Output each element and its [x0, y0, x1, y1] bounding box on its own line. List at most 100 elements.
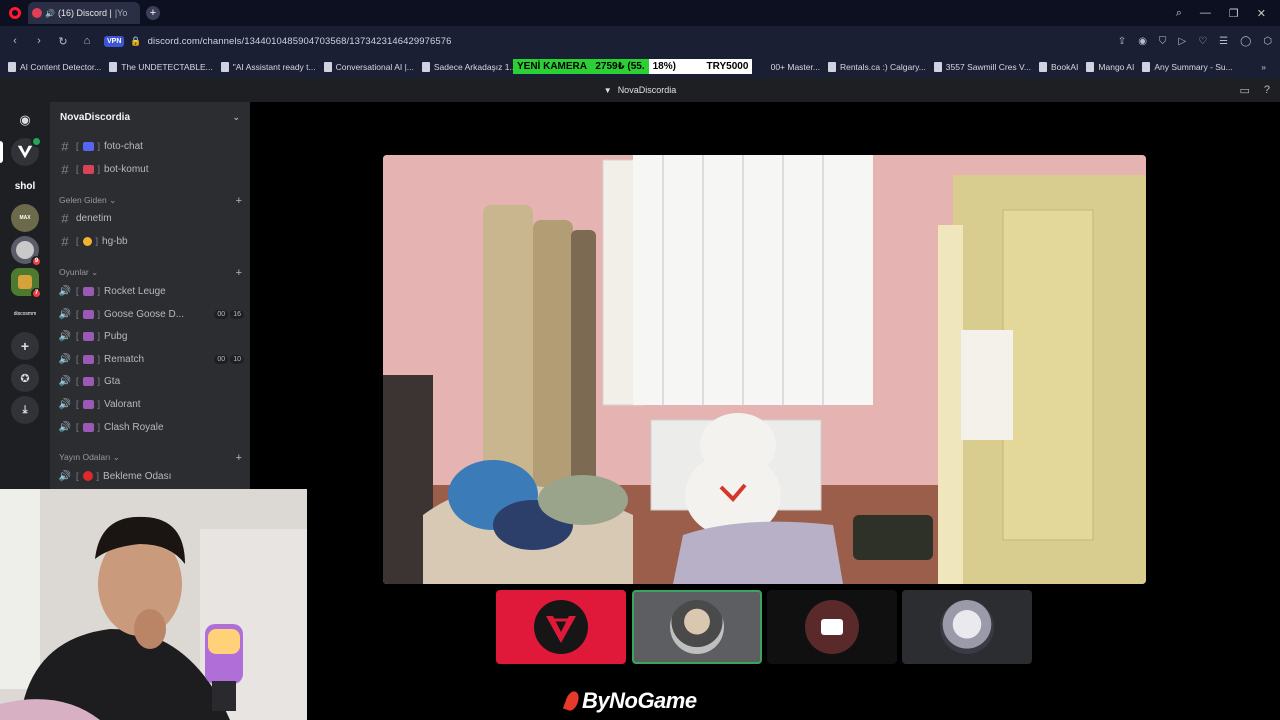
- channel-foto-chat[interactable]: # [] foto-chat: [58, 136, 244, 156]
- voice-channel-gta[interactable]: 🔊 [] Gta: [58, 371, 244, 391]
- channel-name: foto-chat: [104, 140, 143, 152]
- bookmark-item[interactable]: "AI Assistant ready t...: [220, 62, 316, 72]
- camera-icon[interactable]: ◉: [1138, 36, 1147, 47]
- voice-channel-valorant[interactable]: 🔊 [] Valorant: [58, 394, 244, 414]
- search-icon[interactable]: ⌕: [1176, 7, 1182, 20]
- bookmark-item[interactable]: AI Content Detector...: [8, 62, 101, 72]
- mention-badge: 9: [31, 256, 42, 267]
- bookmarks-overflow-icon[interactable]: »: [1261, 62, 1280, 72]
- voice-channel-rematch[interactable]: 🔊 [] Rematch 00 10: [58, 349, 244, 369]
- participant-tile-anime[interactable]: [902, 590, 1032, 664]
- category-gelen-giden[interactable]: Gelen Giden ⌄ +: [59, 195, 242, 207]
- bookmark-item[interactable]: Sadece Arkadaşız 1...: [421, 62, 517, 72]
- donation-goal-ticker: YENİ KAMERA 2759₺ (55. 18%) TRY5000: [513, 59, 753, 74]
- forward-icon[interactable]: ›: [32, 35, 46, 47]
- server-maxland[interactable]: MAX: [11, 204, 39, 232]
- page-icon: [933, 62, 942, 72]
- bookmark-item[interactable]: BookAI: [1039, 62, 1078, 72]
- home-icon[interactable]: ⌂: [80, 35, 94, 47]
- add-channel-icon[interactable]: +: [236, 452, 242, 464]
- tab-title: (16) Discord |: [57, 8, 112, 18]
- heart-icon[interactable]: ♡: [1198, 36, 1207, 47]
- wave-emoji-icon: [82, 236, 92, 246]
- participant-tile-camera[interactable]: [767, 590, 897, 664]
- speaker-icon[interactable]: 🔊: [45, 9, 55, 18]
- opera-logo-icon[interactable]: [4, 2, 26, 24]
- voice-channel-clash-royale[interactable]: 🔊 [] Clash Royale: [58, 417, 244, 437]
- server-avatar-2[interactable]: 9: [11, 236, 42, 267]
- page-icon: [1086, 62, 1095, 72]
- menu-icon[interactable]: ☰: [1219, 36, 1228, 47]
- participant-tile-nova[interactable]: [496, 590, 626, 664]
- server-shol[interactable]: shol: [11, 172, 39, 200]
- voice-channel-pubg[interactable]: 🔊 [] Pubg: [58, 326, 244, 346]
- address-bar-tools: ⇪ ◉ ⛉ ▷ ♡ ☰ ◯ ⬡: [1118, 36, 1272, 47]
- add-channel-icon[interactable]: +: [236, 267, 242, 279]
- streamer-facecam: [0, 489, 307, 720]
- server-discosmm[interactable]: discosmm: [11, 300, 39, 328]
- new-tab-button[interactable]: +: [146, 6, 160, 20]
- gamepad-emoji-icon: [82, 286, 94, 296]
- bookmark-item[interactable]: 00+ Master...: [771, 62, 820, 72]
- voice-channel-rocket-leuge[interactable]: 🔊 [] Rocket Leuge: [58, 281, 244, 301]
- back-icon[interactable]: ‹: [8, 35, 22, 47]
- ticker-label: YENİ KAMERA 2759₺ (55.: [513, 59, 649, 74]
- chevron-down-icon: ⌄: [112, 452, 120, 462]
- share-icon[interactable]: ⇪: [1118, 36, 1126, 47]
- channel-name: Bekleme Odası: [103, 470, 172, 482]
- lock-icon[interactable]: 🔒: [130, 36, 141, 47]
- server-avatar-3[interactable]: 7: [11, 268, 42, 299]
- server-novadiscordia[interactable]: [11, 136, 42, 166]
- user-count-badge: 00 10: [214, 354, 244, 364]
- voice-channel-goose-goose[interactable]: 🔊 [] Goose Goose D... 00 16: [58, 304, 244, 324]
- inbox-icon[interactable]: ▭: [1239, 84, 1249, 97]
- streamer-webcam-image: [0, 489, 307, 720]
- reload-icon[interactable]: ↻: [56, 35, 70, 48]
- category-oyunlar[interactable]: Oyunlar ⌄ +: [59, 267, 242, 279]
- camera-feed[interactable]: [383, 155, 1146, 584]
- channel-bot-komut[interactable]: # [] bot-komut: [58, 159, 244, 179]
- discord-title-bar: ▼ NovaDiscordia ▭ ?: [0, 78, 1280, 102]
- hashtag-icon: #: [61, 233, 69, 249]
- shield-icon[interactable]: ⛉: [1159, 36, 1167, 47]
- tab-discord[interactable]: 🔊 (16) Discord | |Yo: [28, 2, 140, 24]
- bookmark-item[interactable]: Mango AI: [1086, 62, 1134, 72]
- maxland-logo-icon: MAX: [19, 215, 31, 221]
- url-field[interactable]: VPN 🔒 discord.com/channels/1344010485904…: [104, 35, 1108, 47]
- close-icon[interactable]: ✕: [1257, 7, 1266, 20]
- bookmark-item[interactable]: Rentals.ca :) Calgary...: [827, 62, 926, 72]
- bookmark-item[interactable]: Conversational AI |...: [323, 62, 414, 72]
- nova-logo-icon: [17, 145, 33, 159]
- help-icon[interactable]: ?: [1264, 84, 1270, 97]
- play-icon[interactable]: ▷: [1178, 36, 1186, 47]
- discord-home-icon[interactable]: ◉: [11, 106, 39, 134]
- avatar: [670, 600, 724, 654]
- page-icon: [827, 62, 836, 72]
- category-yayin-odalari[interactable]: Yayın Odaları ⌄ +: [59, 452, 242, 464]
- ticker-progress: 18%) TRY5000: [648, 59, 753, 74]
- speaker-icon: 🔊: [58, 398, 72, 410]
- window-title: NovaDiscordia: [617, 85, 677, 95]
- maximize-icon[interactable]: ❐: [1229, 7, 1239, 20]
- avatar: [16, 241, 34, 259]
- download-icon[interactable]: ⤓: [11, 396, 39, 424]
- server-header[interactable]: NovaDiscordia ⌄: [50, 102, 250, 132]
- extensions-icon[interactable]: ⬡: [1263, 36, 1272, 47]
- browser-tab-bar: 🔊 (16) Discord | |Yo + ⌕ — ❐ ✕: [0, 0, 1280, 26]
- participant-tile-speaking[interactable]: [632, 590, 762, 664]
- channel-denetim[interactable]: # denetim: [58, 208, 244, 228]
- url-text[interactable]: discord.com/channels/1344010485904703568…: [148, 36, 452, 47]
- discover-icon[interactable]: ✪: [11, 364, 39, 392]
- vpn-badge[interactable]: VPN: [104, 35, 125, 47]
- profile-icon[interactable]: ◯: [1240, 36, 1251, 47]
- minimize-icon[interactable]: —: [1200, 7, 1211, 20]
- voice-channel-bekleme-odasi[interactable]: 🔊 [] Bekleme Odası: [58, 466, 244, 486]
- gamepad-emoji-icon: [82, 422, 94, 432]
- hashtag-icon: #: [61, 210, 69, 226]
- add-server-icon[interactable]: +: [11, 332, 39, 360]
- bookmark-item[interactable]: 3557 Sawmill Cres V...: [933, 62, 1031, 72]
- channel-hg-bb[interactable]: # [] hg-bb: [58, 231, 244, 251]
- bookmark-item[interactable]: The UNDETECTABLE...: [109, 62, 213, 72]
- add-channel-icon[interactable]: +: [236, 195, 242, 207]
- bookmark-item[interactable]: Any Summary - Su...: [1142, 62, 1233, 72]
